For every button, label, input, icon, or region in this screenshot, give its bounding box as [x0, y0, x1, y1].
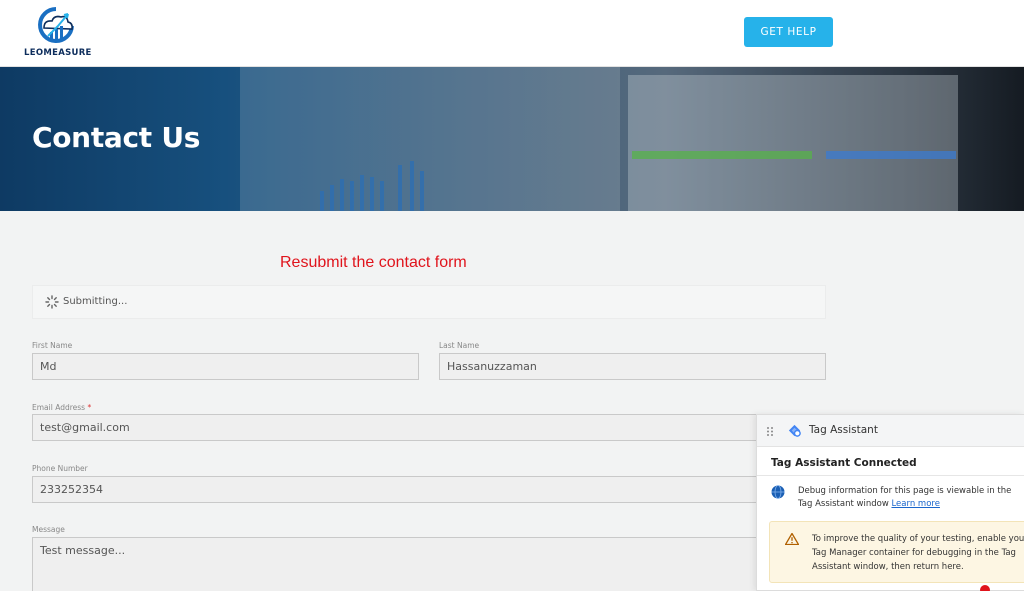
learn-more-link[interactable]: Learn more [891, 499, 939, 509]
get-help-button[interactable]: GET HELP [744, 17, 833, 47]
divider [757, 475, 1024, 476]
hero-decor-bar [340, 179, 344, 211]
last-name-field[interactable] [439, 353, 826, 380]
logo-icon [38, 7, 74, 43]
warning-text: To improve the quality of your testing, … [812, 534, 1024, 572]
globe-icon [771, 485, 785, 499]
submitting-status: Submitting... [32, 285, 826, 319]
hero-decor-bar [410, 161, 414, 211]
hero-decor-progress [632, 151, 812, 159]
hero-decor-bar [330, 185, 334, 211]
site-header: LEOMEASURE GET HELP [0, 0, 1024, 67]
submitting-text: Submitting... [63, 296, 128, 307]
hero-background-screen [240, 67, 620, 211]
message-field[interactable]: Test message... [32, 537, 826, 591]
tag-assistant-title: Tag Assistant [809, 424, 878, 436]
page-title: Contact Us [32, 121, 201, 154]
drag-handle-icon[interactable] [766, 426, 774, 437]
hero-decor-bar [350, 181, 354, 211]
hero-banner: Contact Us [0, 67, 1024, 211]
email-field[interactable] [32, 414, 826, 441]
hero-decor-bar [380, 181, 384, 211]
first-name-label: First Name [32, 341, 73, 350]
logo-text: LEOMEASURE [24, 48, 92, 58]
email-label: Email Address * [32, 403, 91, 412]
hero-decor-bar [370, 177, 374, 211]
annotation-text: Resubmit the contact form [280, 254, 467, 271]
cursor-indicator [980, 585, 990, 591]
hero-decor-progress-2 [826, 151, 956, 159]
hero-decor-bar [320, 191, 324, 211]
hero-decor-bar [398, 165, 402, 211]
last-name-label: Last Name [439, 341, 480, 350]
warning-icon [785, 533, 799, 545]
tag-assistant-panel: Tag Assistant Tag Assistant Connected De… [756, 414, 1024, 591]
spinner-icon [45, 295, 59, 309]
email-label-text: Email Address [32, 403, 86, 412]
hero-decor-bar [360, 175, 364, 211]
tag-assistant-connected-title: Tag Assistant Connected [771, 457, 917, 469]
first-name-field[interactable] [32, 353, 419, 380]
tag-assistant-header: Tag Assistant [757, 415, 1024, 447]
hero-decor-bar [420, 171, 424, 211]
tag-assistant-icon [788, 424, 801, 437]
message-label: Message [32, 525, 65, 534]
required-mark: * [87, 403, 92, 412]
debug-info-text: Debug information for this page is viewa… [798, 485, 1024, 511]
phone-label: Phone Number [32, 464, 88, 473]
site-logo[interactable]: LEOMEASURE [24, 6, 92, 60]
warning-box: To improve the quality of your testing, … [769, 521, 1024, 583]
phone-field[interactable] [32, 476, 826, 503]
hero-background-screen-2 [628, 75, 958, 211]
